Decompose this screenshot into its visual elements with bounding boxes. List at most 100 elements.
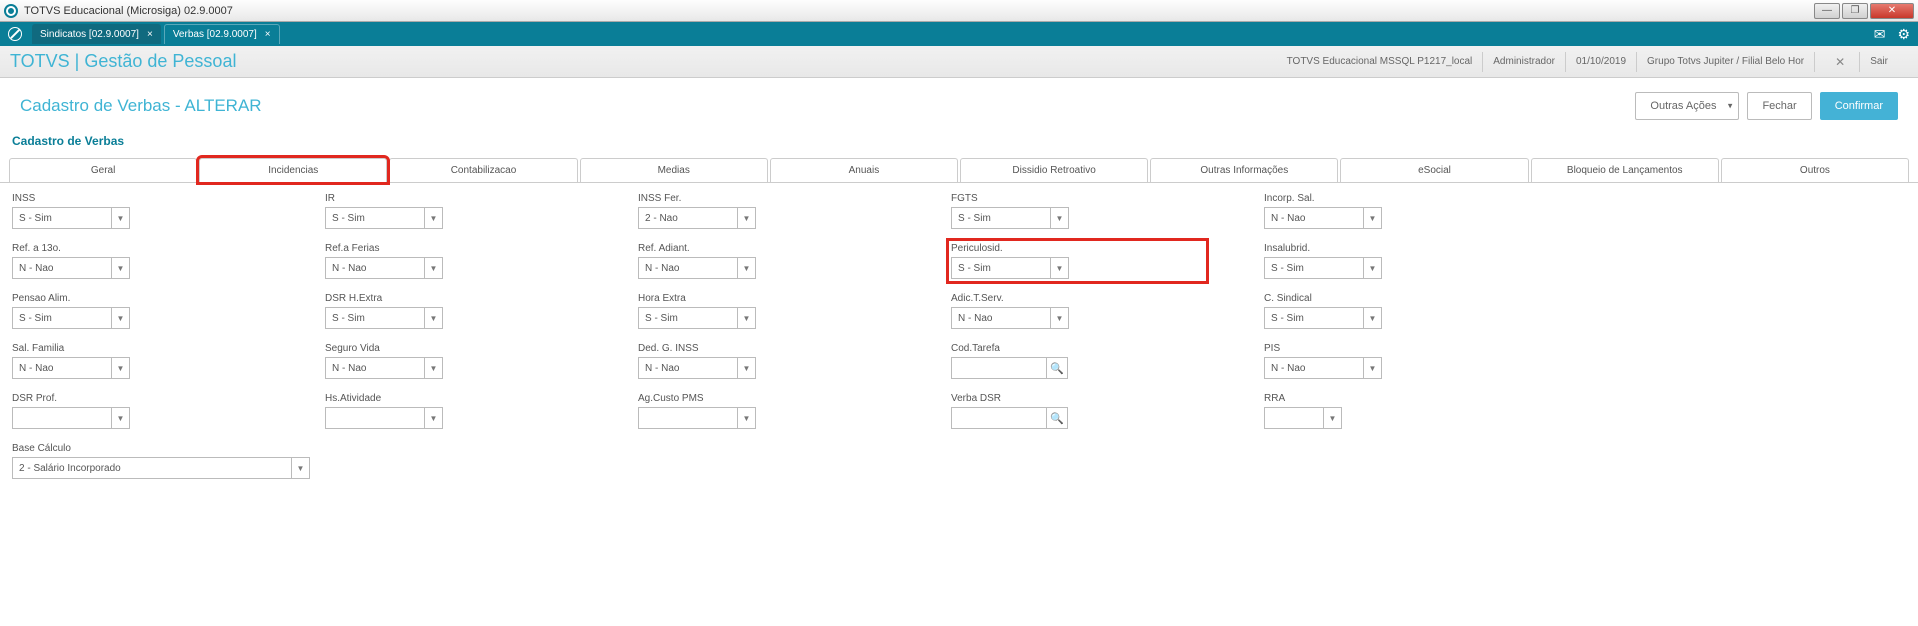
chevron-down-icon[interactable]: ▼ <box>1364 207 1382 229</box>
chevron-down-icon[interactable]: ▼ <box>112 357 130 379</box>
field-hs-atividade: Hs.Atividade ▼ <box>325 393 578 429</box>
chevron-down-icon[interactable]: ▼ <box>112 257 130 279</box>
field-ded-g-inss: Ded. G. INSS N - Nao ▼ <box>638 343 891 379</box>
chevron-down-icon[interactable]: ▼ <box>738 207 756 229</box>
field-cod-tarefa: Cod.Tarefa 🔍 <box>951 343 1204 379</box>
field-label: Periculosid. <box>951 243 1204 254</box>
pensao-alim-select[interactable]: S - Sim <box>12 307 112 329</box>
field-pis: PIS N - Nao ▼ <box>1264 343 1517 379</box>
ag-custo-pms-select[interactable] <box>638 407 738 429</box>
field-label: Pensao Alim. <box>12 293 265 304</box>
tab-incidencias[interactable]: Incidencias <box>199 158 387 182</box>
field-ref-13o: Ref. a 13o. N - Nao ▼ <box>12 243 265 279</box>
field-label: Adic.T.Serv. <box>951 293 1204 304</box>
field-label: INSS Fer. <box>638 193 891 204</box>
other-actions-button[interactable]: Outras Ações <box>1635 92 1739 120</box>
exit-label: Sair <box>1859 52 1898 72</box>
tab-outras-info[interactable]: Outras Informações <box>1150 158 1338 182</box>
chevron-down-icon[interactable]: ▼ <box>425 257 443 279</box>
confirm-button[interactable]: Confirmar <box>1820 92 1898 120</box>
dsr-hextra-select[interactable]: S - Sim <box>325 307 425 329</box>
cod-tarefa-input[interactable] <box>951 357 1047 379</box>
minimize-button[interactable]: — <box>1814 3 1840 19</box>
dsr-prof-select[interactable] <box>12 407 112 429</box>
search-icon[interactable]: 🔍 <box>1046 407 1068 429</box>
tab-esocial[interactable]: eSocial <box>1340 158 1528 182</box>
maximize-button[interactable]: ❐ <box>1842 3 1868 19</box>
chevron-down-icon[interactable]: ▼ <box>738 257 756 279</box>
exit-button[interactable]: ✕ Sair <box>1814 52 1908 72</box>
app-tab-verbas[interactable]: Verbas [02.9.0007] × <box>164 24 280 44</box>
chevron-down-icon[interactable]: ▼ <box>112 407 130 429</box>
inss-fer-select[interactable]: 2 - Nao <box>638 207 738 229</box>
field-label: Cod.Tarefa <box>951 343 1204 354</box>
tab-medias[interactable]: Medias <box>580 158 768 182</box>
nav-back-icon[interactable] <box>8 27 22 41</box>
chevron-down-icon[interactable]: ▼ <box>738 407 756 429</box>
seguro-vida-select[interactable]: N - Nao <box>325 357 425 379</box>
c-sindical-select[interactable]: S - Sim <box>1264 307 1364 329</box>
inss-select[interactable]: S - Sim <box>12 207 112 229</box>
tab-contabilizacao[interactable]: Contabilizacao <box>389 158 577 182</box>
field-inss-fer: INSS Fer. 2 - Nao ▼ <box>638 193 891 229</box>
chevron-down-icon[interactable]: ▼ <box>112 307 130 329</box>
chevron-down-icon[interactable]: ▼ <box>1051 257 1069 279</box>
verba-dsr-input[interactable] <box>951 407 1047 429</box>
incorp-sal-select[interactable]: N - Nao <box>1264 207 1364 229</box>
search-icon[interactable]: 🔍 <box>1046 357 1068 379</box>
chevron-down-icon[interactable]: ▼ <box>1324 407 1342 429</box>
date-label: 01/10/2019 <box>1565 52 1636 72</box>
chevron-down-icon[interactable]: ▼ <box>425 307 443 329</box>
rra-select[interactable] <box>1264 407 1324 429</box>
close-window-button[interactable]: ✕ <box>1870 3 1914 19</box>
sal-familia-select[interactable]: N - Nao <box>12 357 112 379</box>
chevron-down-icon[interactable]: ▼ <box>738 357 756 379</box>
hora-extra-select[interactable]: S - Sim <box>638 307 738 329</box>
field-pensao-alim: Pensao Alim. S - Sim ▼ <box>12 293 265 329</box>
mail-icon[interactable]: ✉ <box>1874 26 1886 43</box>
pis-select[interactable]: N - Nao <box>1264 357 1364 379</box>
chevron-down-icon[interactable]: ▼ <box>112 207 130 229</box>
header-right: TOTVS Educacional MSSQL P1217_local Admi… <box>1277 52 1908 72</box>
tab-anuais[interactable]: Anuais <box>770 158 958 182</box>
base-calculo-select[interactable]: 2 - Salário Incorporado <box>12 457 292 479</box>
chevron-down-icon[interactable]: ▼ <box>738 307 756 329</box>
chevron-down-icon[interactable]: ▼ <box>425 207 443 229</box>
chevron-down-icon[interactable]: ▼ <box>425 357 443 379</box>
fgts-select[interactable]: S - Sim <box>951 207 1051 229</box>
close-button[interactable]: Fechar <box>1747 92 1811 120</box>
adic-tserv-select[interactable]: N - Nao <box>951 307 1051 329</box>
chevron-down-icon[interactable]: ▼ <box>1051 307 1069 329</box>
form-tabs: Geral Incidencias Contabilizacao Medias … <box>0 158 1918 183</box>
field-label: Ref. a 13o. <box>12 243 265 254</box>
settings-icon[interactable]: ⚙ <box>1897 26 1910 43</box>
tab-dissidio[interactable]: Dissidio Retroativo <box>960 158 1148 182</box>
tab-geral[interactable]: Geral <box>9 158 197 182</box>
ref-ferias-select[interactable]: N - Nao <box>325 257 425 279</box>
field-sal-familia: Sal. Familia N - Nao ▼ <box>12 343 265 379</box>
chevron-down-icon[interactable]: ▼ <box>425 407 443 429</box>
chevron-down-icon[interactable]: ▼ <box>1364 307 1382 329</box>
field-label: Incorp. Sal. <box>1264 193 1517 204</box>
field-label: Base Cálculo <box>12 443 310 454</box>
field-verba-dsr: Verba DSR 🔍 <box>951 393 1204 429</box>
app-tab-label: Sindicatos [02.9.0007] <box>40 29 139 40</box>
close-tab-icon[interactable]: × <box>265 29 271 40</box>
chevron-down-icon[interactable]: ▼ <box>1364 357 1382 379</box>
ref-13o-select[interactable]: N - Nao <box>12 257 112 279</box>
close-tab-icon[interactable]: × <box>147 29 153 40</box>
ded-g-inss-select[interactable]: N - Nao <box>638 357 738 379</box>
app-tab-sindicatos[interactable]: Sindicatos [02.9.0007] × <box>32 24 161 44</box>
header-bar: TOTVS | Gestão de Pessoal TOTVS Educacio… <box>0 46 1918 78</box>
tab-bloqueio[interactable]: Bloqueio de Lançamentos <box>1531 158 1719 182</box>
hs-atividade-select[interactable] <box>325 407 425 429</box>
ir-select[interactable]: S - Sim <box>325 207 425 229</box>
field-dsr-prof: DSR Prof. ▼ <box>12 393 265 429</box>
chevron-down-icon[interactable]: ▼ <box>1364 257 1382 279</box>
ref-adiant-select[interactable]: N - Nao <box>638 257 738 279</box>
insalubrid-select[interactable]: S - Sim <box>1264 257 1364 279</box>
tab-outros[interactable]: Outros <box>1721 158 1909 182</box>
chevron-down-icon[interactable]: ▼ <box>1051 207 1069 229</box>
periculosid-select[interactable]: S - Sim <box>951 257 1051 279</box>
chevron-down-icon[interactable]: ▼ <box>292 457 310 479</box>
